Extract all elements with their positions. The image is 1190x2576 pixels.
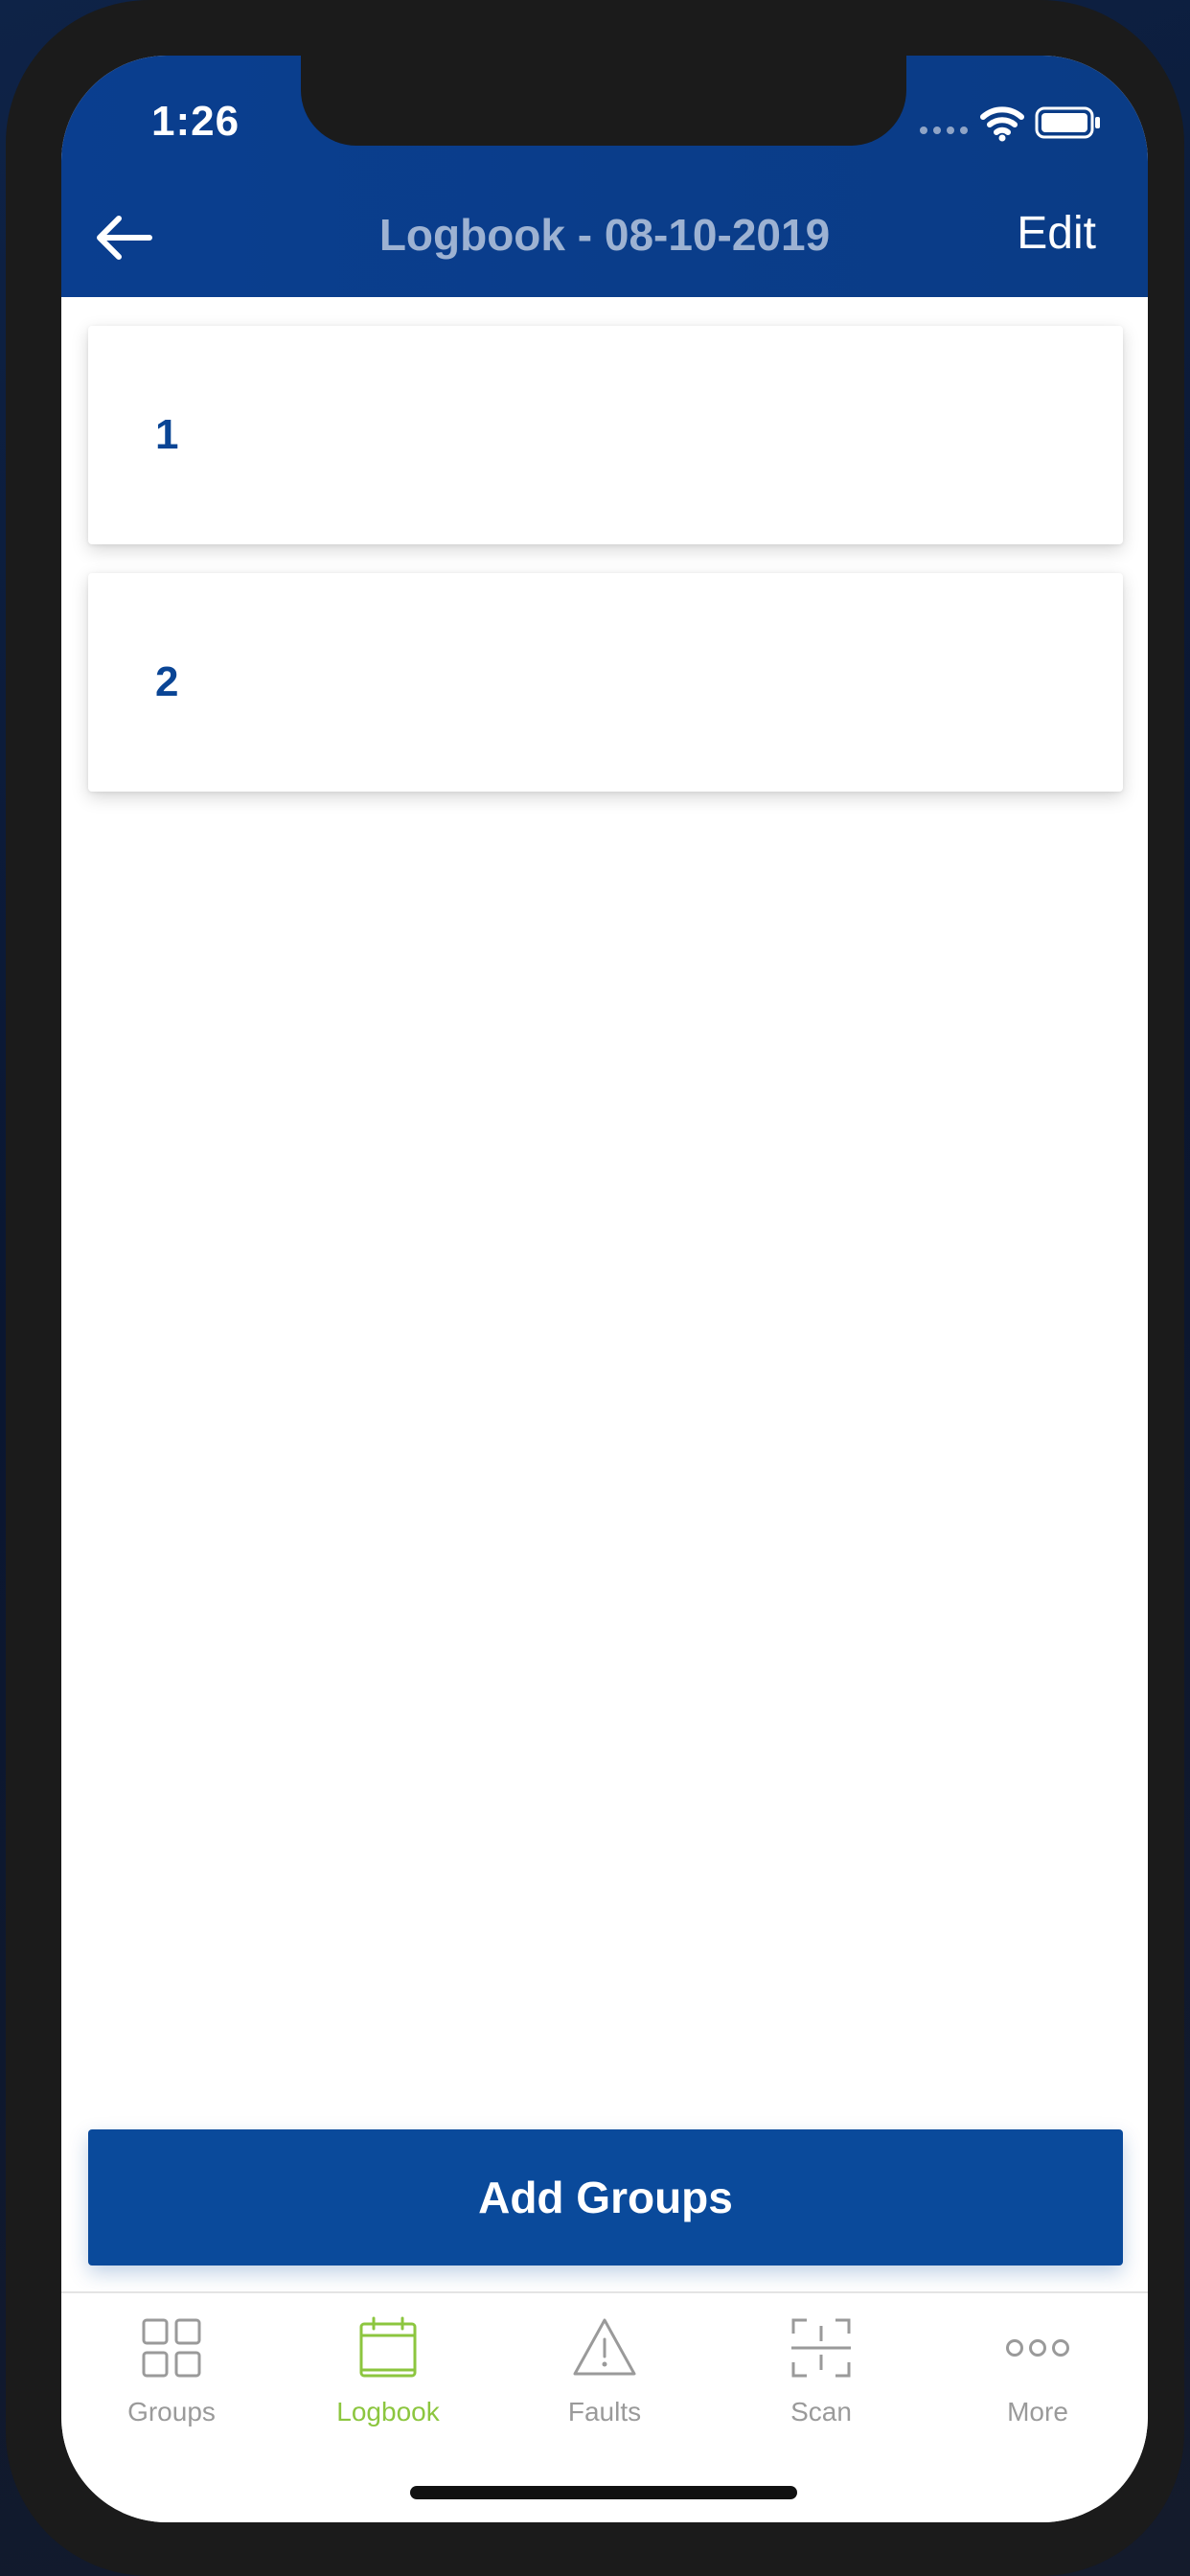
edit-button[interactable]: Edit (1017, 207, 1096, 260)
cellular-signal-icon (920, 126, 968, 134)
phone-frame: 1:26 Logbook - 08-10-2019 Edit 1 2 Add G… (6, 0, 1184, 2576)
add-groups-button[interactable]: Add Groups (88, 2129, 1123, 2266)
battery-icon (1035, 106, 1100, 139)
tab-label: More (1007, 2397, 1068, 2426)
group-row[interactable]: 2 (88, 573, 1123, 792)
scan-icon (791, 2318, 851, 2378)
group-label: 2 (155, 658, 179, 705)
tab-label: Groups (127, 2397, 216, 2426)
tab-label: Logbook (336, 2397, 440, 2426)
more-dots-icon (1006, 2339, 1069, 2357)
page-title: Logbook - 08-10-2019 (378, 210, 831, 260)
navigation-header: 1:26 Logbook - 08-10-2019 Edit (61, 56, 1148, 297)
group-row[interactable]: 1 (88, 326, 1123, 544)
tab-label: Scan (790, 2397, 852, 2426)
app-screen: 1:26 Logbook - 08-10-2019 Edit 1 2 Add G… (61, 56, 1148, 2522)
tab-label: Faults (567, 2397, 642, 2426)
group-label: 1 (155, 411, 179, 458)
device-notch (301, 56, 906, 146)
tab-more[interactable]: More (929, 2314, 1146, 2449)
warning-icon (573, 2318, 636, 2376)
calendar-icon (359, 2316, 417, 2378)
tab-groups[interactable]: Groups (63, 2314, 280, 2449)
grid-icon (142, 2318, 201, 2378)
wifi-icon (980, 106, 1024, 142)
tab-logbook[interactable]: Logbook (280, 2314, 496, 2449)
home-indicator (410, 2486, 797, 2499)
tab-scan[interactable]: Scan (713, 2314, 929, 2449)
tab-faults[interactable]: Faults (496, 2314, 713, 2449)
status-time: 1:26 (151, 98, 240, 145)
